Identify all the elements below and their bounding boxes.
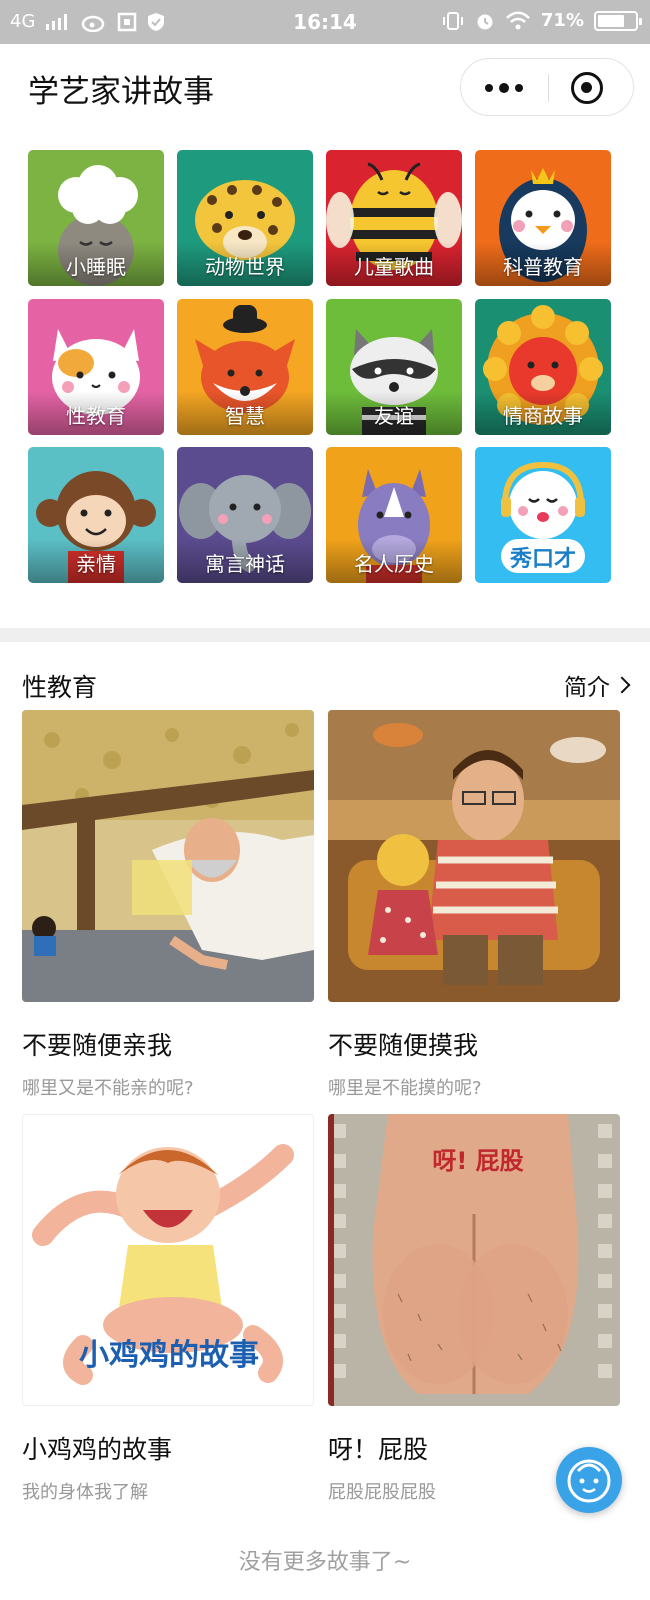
baby-face-icon [567,1459,611,1503]
category-tile[interactable]: 寓言神话 [177,447,313,583]
cover-title-text: 呀! 屁股 [432,1147,523,1175]
vibrate-icon [442,12,463,30]
story-cover-image: 呀! 屁股 [328,1114,620,1406]
story-title: 不要随便摸我 [328,1031,479,1060]
cover-title-text: 小鸡鸡的故事 [79,1338,259,1373]
category-tile[interactable]: 名人历史 [326,447,462,583]
capsule-divider [548,74,549,102]
category-tile[interactable]: 秀口才 [475,447,611,583]
page-title: 学艺家讲故事 [28,74,214,110]
dot-icon [499,83,509,93]
battery-percent: 71% [540,10,584,31]
story-card[interactable]: 小鸡鸡的故事 小鸡鸡的故事 我的身体我了解 [22,1114,314,1504]
mini-program-capsule [460,58,634,116]
alarm-icon [477,14,493,30]
category-tile[interactable]: 智慧 [177,299,313,435]
story-card[interactable]: 不要随便亲我 哪里又是不能亲的呢? [22,710,314,1100]
category-label: 友谊 [374,404,414,428]
category-label: 性教育 [66,404,126,428]
category-tile[interactable]: 小睡眠 [28,150,164,286]
story-cover-image [22,710,314,1002]
dot-icon [485,84,493,92]
category-tile[interactable]: 情商故事 [475,299,611,435]
category-tile[interactable]: 亲情 [28,447,164,583]
category-label: 动物世界 [205,255,285,279]
category-label: 秀口才 [509,547,576,572]
wifi-icon [506,11,530,30]
category-label: 小睡眠 [66,255,126,279]
no-more-stories-text: 没有更多故事了~ [238,1550,412,1575]
category-label: 寓言神话 [205,552,285,576]
chevron-right-icon [613,676,631,694]
category-tile[interactable]: 科普教育 [475,150,611,286]
more-options-button[interactable] [461,59,547,117]
story-title: 不要随便亲我 [22,1031,173,1060]
story-cover-image: 小鸡鸡的故事 [22,1114,314,1406]
section-title: 性教育 [22,673,98,702]
floating-assistant-button[interactable] [556,1447,622,1513]
category-label: 亲情 [76,552,116,576]
section-divider [0,628,650,642]
story-card[interactable]: 不要随便摸我 哪里是不能摸的呢? [328,710,620,1100]
app-header: 学艺家讲故事 [0,44,650,130]
intro-link[interactable]: 简介 [564,668,631,702]
intro-label: 简介 [564,675,610,701]
category-label: 科普教育 [503,255,583,279]
category-tile[interactable]: 性教育 [28,299,164,435]
category-label: 情商故事 [503,404,583,428]
story-description: 哪里是不能摸的呢? [328,1078,482,1099]
story-title: 小鸡鸡的故事 [22,1435,173,1464]
status-bar: 4G 16:14 71% [0,0,650,44]
battery-icon [594,11,642,31]
category-label: 儿童歌曲 [354,255,434,279]
category-label: 名人历史 [354,552,434,576]
close-mini-program-button[interactable] [571,72,603,104]
dot-icon [515,84,523,92]
story-description: 哪里又是不能亲的呢? [22,1078,194,1099]
story-cover-image [328,710,620,1002]
story-card[interactable]: 呀! 屁股 呀！屁股 屁股屁股屁股 [328,1114,620,1504]
category-label: 智慧 [225,404,265,428]
category-tile[interactable]: 儿童歌曲 [326,150,462,286]
story-description: 我的身体我了解 [22,1482,148,1503]
category-tile[interactable]: 动物世界 [177,150,313,286]
category-tile[interactable]: 友谊 [326,299,462,435]
